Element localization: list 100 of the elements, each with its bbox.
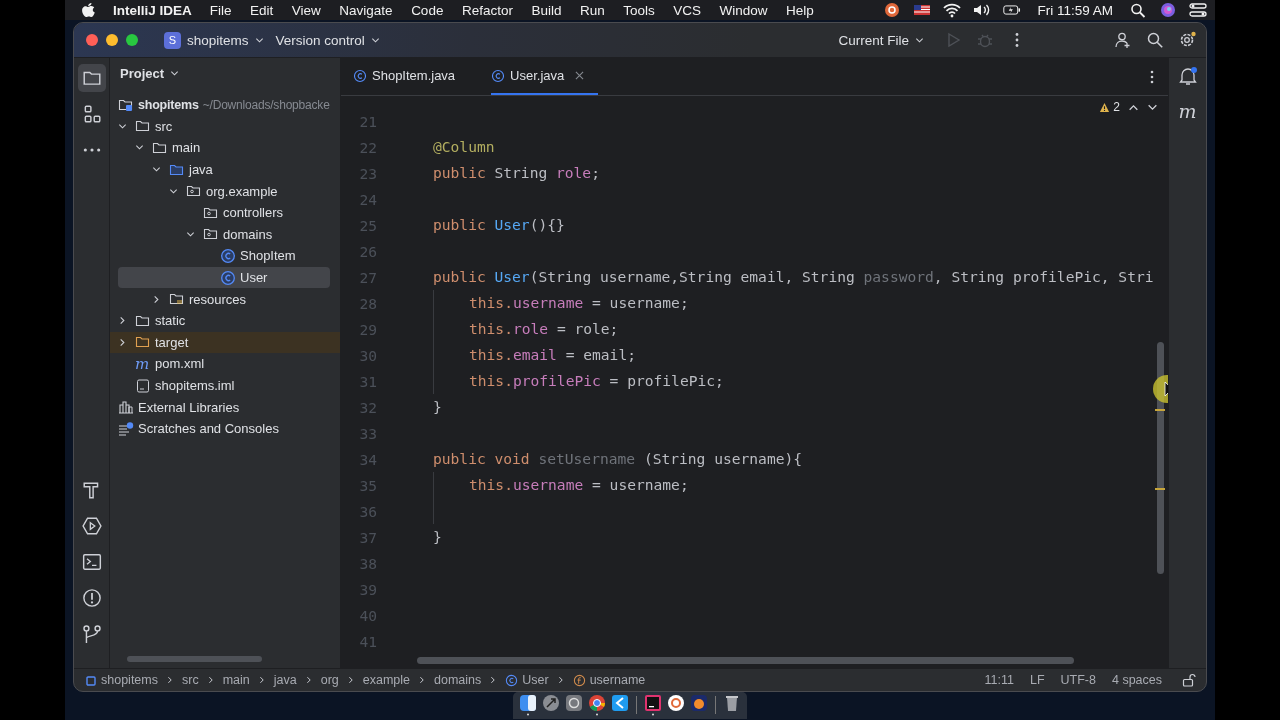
menu-item[interactable]: View (291, 2, 321, 18)
flag-icon[interactable] (913, 2, 932, 18)
breadcrumb[interactable]: example (362, 673, 410, 687)
menu-item[interactable]: Edit (250, 2, 274, 18)
siri-icon[interactable] (1159, 2, 1177, 18)
tree-item[interactable]: src (118, 115, 330, 138)
close-window-button[interactable] (86, 34, 98, 46)
warning-count[interactable]: 2 (1099, 100, 1120, 114)
notifications-icon[interactable] (1177, 66, 1198, 86)
line-separator[interactable]: LF (1029, 673, 1045, 687)
breadcrumb[interactable]: src (182, 673, 199, 687)
tree-item[interactable]: org.example (118, 180, 330, 202)
run-config-selector[interactable]: Current File (832, 28, 930, 52)
menu-item[interactable]: Help (786, 2, 814, 18)
breadcrumb[interactable]: username (572, 673, 646, 687)
wifi-icon[interactable] (943, 2, 962, 18)
menu-item[interactable]: Navigate (339, 2, 393, 18)
tree-item[interactable]: controllers (118, 201, 330, 224)
control-center-icon[interactable] (1189, 2, 1207, 18)
breadcrumb[interactable]: java (273, 673, 297, 687)
breadcrumb[interactable]: User (505, 673, 549, 687)
project-folder-icon[interactable] (77, 64, 106, 92)
tree-item[interactable]: Scratches and Consoles (118, 417, 330, 440)
menu-item[interactable]: Refactor (461, 2, 513, 18)
tree-item[interactable]: User (118, 266, 330, 289)
breadcrumb[interactable]: domains (434, 673, 482, 687)
editor-tab[interactable]: User.java (491, 58, 599, 95)
warning-icon (1099, 101, 1111, 113)
cursor-position[interactable]: 11:11 (984, 673, 1014, 687)
app-icon[interactable] (519, 694, 537, 716)
tree-item[interactable]: domains (118, 223, 330, 246)
chevron-icon (556, 676, 565, 684)
volume-icon[interactable] (973, 2, 992, 18)
code-line: } (433, 527, 442, 547)
file-encoding[interactable]: UTF-8 (1060, 673, 1096, 687)
menu-bar-clock[interactable]: Fri 11:59 AM (1037, 2, 1113, 18)
scrollbar[interactable] (417, 657, 1074, 664)
folder-icon (152, 140, 168, 156)
class-icon (353, 68, 367, 83)
add-user-icon[interactable] (1114, 31, 1132, 49)
code-line: this.username = username; (433, 290, 689, 316)
tree-item[interactable]: resources (118, 288, 330, 310)
menu-item[interactable]: Code (411, 2, 444, 18)
lock-icon[interactable] (1182, 673, 1196, 687)
chevron-icon (489, 676, 498, 684)
code-line: } (433, 397, 442, 417)
close-icon[interactable] (575, 71, 585, 80)
library-icon (118, 399, 134, 416)
menu-item[interactable]: File (209, 2, 232, 18)
tree-item[interactable]: java (118, 158, 330, 181)
code-line: this.profilePic = profilePic; (433, 368, 724, 394)
tree-item[interactable]: External Libraries (118, 396, 330, 418)
zoom-window-button[interactable] (126, 34, 138, 46)
terminal-icon[interactable] (81, 552, 102, 572)
menu-item[interactable]: Tools (623, 2, 655, 18)
chevron-icon[interactable] (118, 337, 127, 347)
tree-item[interactable]: shopitems ~/Downloads/shopbacke (118, 94, 330, 116)
settings-icon[interactable] (1178, 31, 1196, 49)
services-icon[interactable] (81, 516, 102, 536)
tree-item[interactable]: shopitems.iml (118, 374, 330, 397)
breadcrumb[interactable]: main (222, 673, 250, 687)
class-icon (505, 673, 519, 687)
git-branch-icon[interactable] (81, 624, 102, 644)
indent-setting[interactable]: 4 spaces (1111, 673, 1162, 687)
menu-item[interactable]: VCS (673, 2, 701, 18)
class-icon (491, 68, 506, 83)
project-path: ~/Downloads/shopbacke (202, 97, 330, 112)
problems-icon[interactable] (81, 588, 102, 608)
warning-marker[interactable] (1155, 409, 1165, 411)
vcs-menu[interactable]: Version control (269, 28, 386, 52)
project-view-selector[interactable]: Project (110, 58, 340, 88)
code-line: public User(String username,String email, String password, String profilePic, Stri (433, 267, 1154, 287)
minimize-window-button[interactable] (106, 34, 118, 46)
battery-icon[interactable] (1003, 2, 1022, 18)
recording-icon[interactable] (883, 2, 902, 18)
search-icon[interactable] (1129, 2, 1147, 18)
breadcrumb[interactable]: org (320, 673, 339, 687)
chevron-icon[interactable] (135, 143, 144, 153)
app-icon[interactable] (588, 694, 606, 716)
tree-item[interactable]: static (118, 309, 330, 332)
app-name[interactable]: IntelliJ IDEA (113, 2, 192, 18)
breadcrumb[interactable]: shopitems (84, 673, 158, 687)
menu-item[interactable]: Run (579, 2, 605, 18)
search-icon[interactable] (1146, 31, 1164, 49)
tree-item[interactable]: main (118, 137, 330, 159)
maven-tool-button[interactable]: m (1178, 100, 1197, 122)
editor-tab[interactable]: ShopItem.java (353, 58, 470, 95)
warning-marker[interactable] (1155, 488, 1165, 490)
tree-item[interactable]: ShopItem (118, 245, 330, 267)
menu-item[interactable]: Build (531, 2, 562, 18)
chevron-icon[interactable] (152, 294, 161, 304)
tree-item[interactable]: target (110, 331, 340, 354)
chevron-icon[interactable] (118, 316, 127, 326)
class-icon (220, 269, 236, 286)
chevron-icon[interactable] (152, 165, 161, 175)
tree-item[interactable]: m pom.xml (118, 353, 330, 375)
project-switcher[interactable]: S shopitems (158, 27, 270, 53)
scrollbar[interactable] (127, 656, 262, 662)
menu-item[interactable]: Window (719, 2, 768, 18)
apple-icon[interactable] (81, 2, 95, 18)
